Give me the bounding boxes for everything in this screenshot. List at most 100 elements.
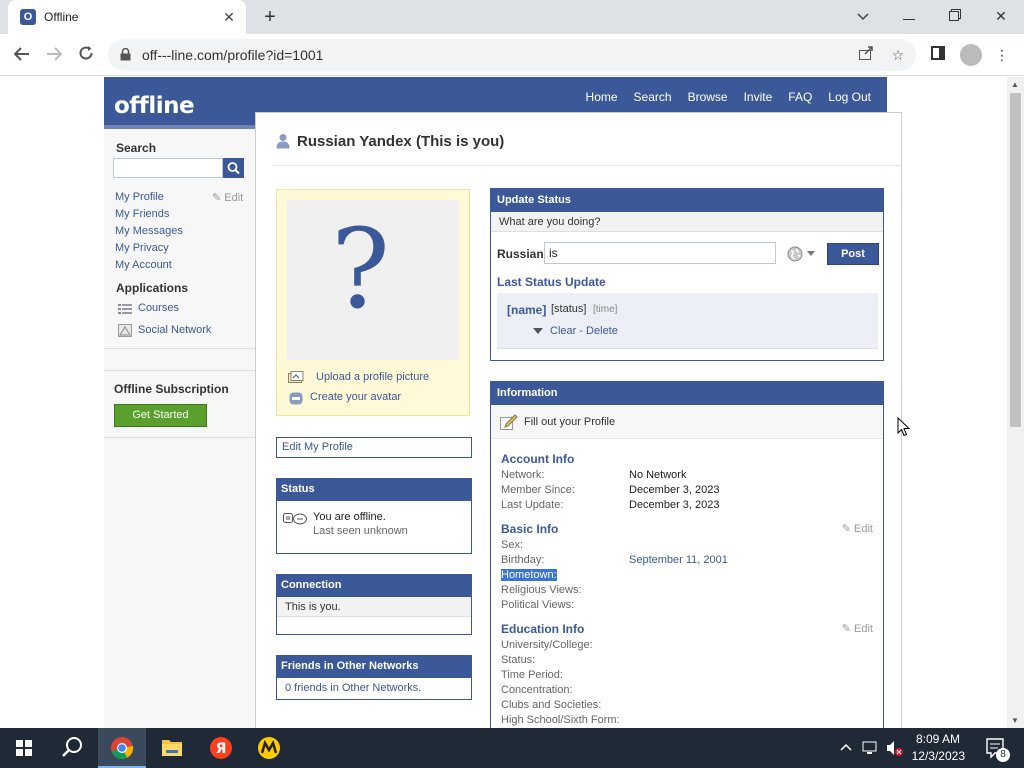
get-started-button[interactable]: Get Started: [114, 404, 207, 427]
edit-label: Edit: [854, 523, 873, 535]
sidebar-accent-strip: [104, 125, 255, 129]
side-panel-icon[interactable]: [928, 45, 948, 65]
information-box: Information Fill out your Profile Accoun…: [490, 381, 884, 728]
page-scrollbar[interactable]: ▲ ▼: [1007, 77, 1024, 728]
sidebar-item-courses[interactable]: Courses: [138, 302, 179, 314]
last-update-value: December 3, 2023: [629, 499, 720, 511]
nav-invite[interactable]: Invite: [744, 90, 773, 104]
nav-logout[interactable]: Log Out: [828, 90, 871, 104]
fill-out-profile-row[interactable]: Fill out your Profile: [491, 405, 883, 439]
connection-panel: This is you.: [276, 597, 472, 635]
search-button[interactable]: [223, 158, 244, 178]
list-icon: [118, 303, 132, 315]
url-text[interactable]: off---line.com/profile?id=1001: [142, 47, 323, 63]
sidebar-divider: [104, 348, 255, 349]
sidebar-item-my-privacy[interactable]: My Privacy: [115, 242, 169, 254]
friends-other-networks-link[interactable]: 0 friends in Other Networks.: [285, 682, 421, 694]
post-button[interactable]: Post: [827, 243, 879, 265]
windows-taskbar: Я 8:09 AM 12/3/2023 8: [0, 728, 1024, 768]
subscription-label: Offline Subscription: [114, 382, 229, 396]
edit-my-profile-button[interactable]: Edit My Profile: [276, 437, 472, 458]
birthday-label: Birthday:: [501, 554, 545, 566]
upload-profile-picture-link[interactable]: Upload a profile picture: [316, 371, 429, 383]
notifications-icon[interactable]: 8: [978, 728, 1014, 768]
nav-faq[interactable]: FAQ: [788, 90, 812, 104]
network-icon: [118, 324, 132, 337]
edit-label: Edit: [224, 192, 244, 204]
menu-kebab-icon[interactable]: ⋮: [992, 45, 1012, 65]
browser-toolbar: off---line.com/profile?id=1001 ☆ ⋮: [0, 34, 1024, 76]
caret-down-icon[interactable]: [533, 328, 543, 334]
information-header: Information: [491, 382, 883, 405]
file-explorer-icon[interactable]: [148, 728, 196, 768]
fill-out-profile-link[interactable]: Fill out your Profile: [524, 416, 615, 428]
tab-search-chevron-icon[interactable]: [843, 4, 883, 28]
minimize-icon[interactable]: [889, 4, 929, 28]
status-user-name: Russian: [497, 247, 544, 261]
account-info-title: Account Info: [501, 452, 575, 466]
tab-title: Offline: [44, 10, 79, 24]
edit-label: Edit: [854, 623, 873, 635]
member-since-label: Member Since:: [501, 484, 575, 496]
globe-icon[interactable]: [787, 246, 803, 262]
sidebar-item-social-network[interactable]: Social Network: [138, 324, 211, 336]
page-title: Russian Yandex (This is you): [297, 133, 505, 150]
pencil-icon: ✎: [212, 192, 222, 204]
status-input[interactable]: is: [544, 242, 776, 264]
clock-time[interactable]: 8:09 AM: [908, 732, 960, 746]
tab-close-icon[interactable]: ✕: [220, 8, 238, 26]
concentration-label: Concentration:: [501, 684, 573, 696]
education-info-edit-link[interactable]: ✎ Edit: [842, 622, 873, 635]
bookmark-star-icon[interactable]: ☆: [888, 45, 908, 65]
yandex-market-icon[interactable]: [245, 728, 293, 768]
basic-info-edit-link[interactable]: ✎ Edit: [842, 522, 873, 535]
sidebar-item-my-messages[interactable]: My Messages: [115, 225, 183, 237]
windows-start-icon[interactable]: [0, 728, 48, 768]
network-tray-icon[interactable]: [860, 728, 882, 768]
chrome-taskbar-icon[interactable]: [98, 728, 146, 768]
nav-browse[interactable]: Browse: [688, 90, 728, 104]
restore-icon[interactable]: [935, 4, 975, 28]
sidebar-edit-link[interactable]: ✎ Edit: [212, 191, 243, 204]
create-avatar-link[interactable]: Create your avatar: [310, 391, 401, 403]
clear-delete-links[interactable]: Clear - Delete: [550, 325, 618, 337]
search-input[interactable]: [113, 158, 223, 178]
close-window-icon[interactable]: ✕: [981, 4, 1021, 28]
site-logo[interactable]: offline: [114, 93, 195, 119]
scroll-down-arrow-icon[interactable]: ▼: [1011, 716, 1019, 725]
nav-search[interactable]: Search: [634, 90, 672, 104]
privacy-dropdown-caret-icon[interactable]: [807, 251, 815, 256]
birthday-value[interactable]: September 11, 2001: [629, 554, 728, 566]
clock-date[interactable]: 12/3/2023: [908, 749, 965, 763]
yandex-browser-icon[interactable]: Я: [197, 728, 245, 768]
address-bar[interactable]: off---line.com/profile?id=1001 ☆: [108, 39, 916, 71]
profile-picture-placeholder[interactable]: ?: [287, 200, 459, 360]
forward-arrow-icon[interactable]: [42, 43, 66, 67]
last-status-box: [name] [status] [time] Clear - Delete: [497, 293, 878, 349]
scrollbar-thumb[interactable]: [1010, 93, 1021, 427]
search-icon: [227, 162, 240, 175]
profile-avatar-icon[interactable]: [960, 44, 982, 66]
education-info-title: Education Info: [501, 622, 585, 636]
sidebar-item-my-profile[interactable]: My Profile: [115, 191, 164, 203]
back-arrow-icon[interactable]: [10, 43, 34, 67]
share-icon[interactable]: [856, 45, 876, 65]
nav-home[interactable]: Home: [586, 90, 618, 104]
new-tab-plus-icon[interactable]: +: [258, 5, 282, 29]
sidebar-item-my-account[interactable]: My Account: [115, 259, 172, 271]
taskbar-search-icon[interactable]: [48, 728, 96, 768]
tray-chevron-up-icon[interactable]: [836, 728, 856, 768]
last-status-name[interactable]: [name]: [507, 303, 546, 317]
lock-icon[interactable]: [120, 47, 131, 61]
scroll-up-arrow-icon[interactable]: ▲: [1011, 80, 1019, 89]
volume-muted-icon[interactable]: [884, 728, 906, 768]
applications-label: Applications: [116, 281, 189, 295]
last-update-label: Last Update:: [501, 499, 564, 511]
site-favicon-icon: O: [20, 9, 36, 25]
profile-photo-box: ? Upload a profile picture Create your a…: [276, 189, 470, 416]
browser-tab[interactable]: O Offline ✕: [8, 0, 246, 34]
reload-icon[interactable]: [74, 43, 98, 67]
network-value: No Network: [629, 469, 687, 481]
sidebar-item-my-friends[interactable]: My Friends: [115, 208, 169, 220]
title-divider: [272, 165, 902, 166]
